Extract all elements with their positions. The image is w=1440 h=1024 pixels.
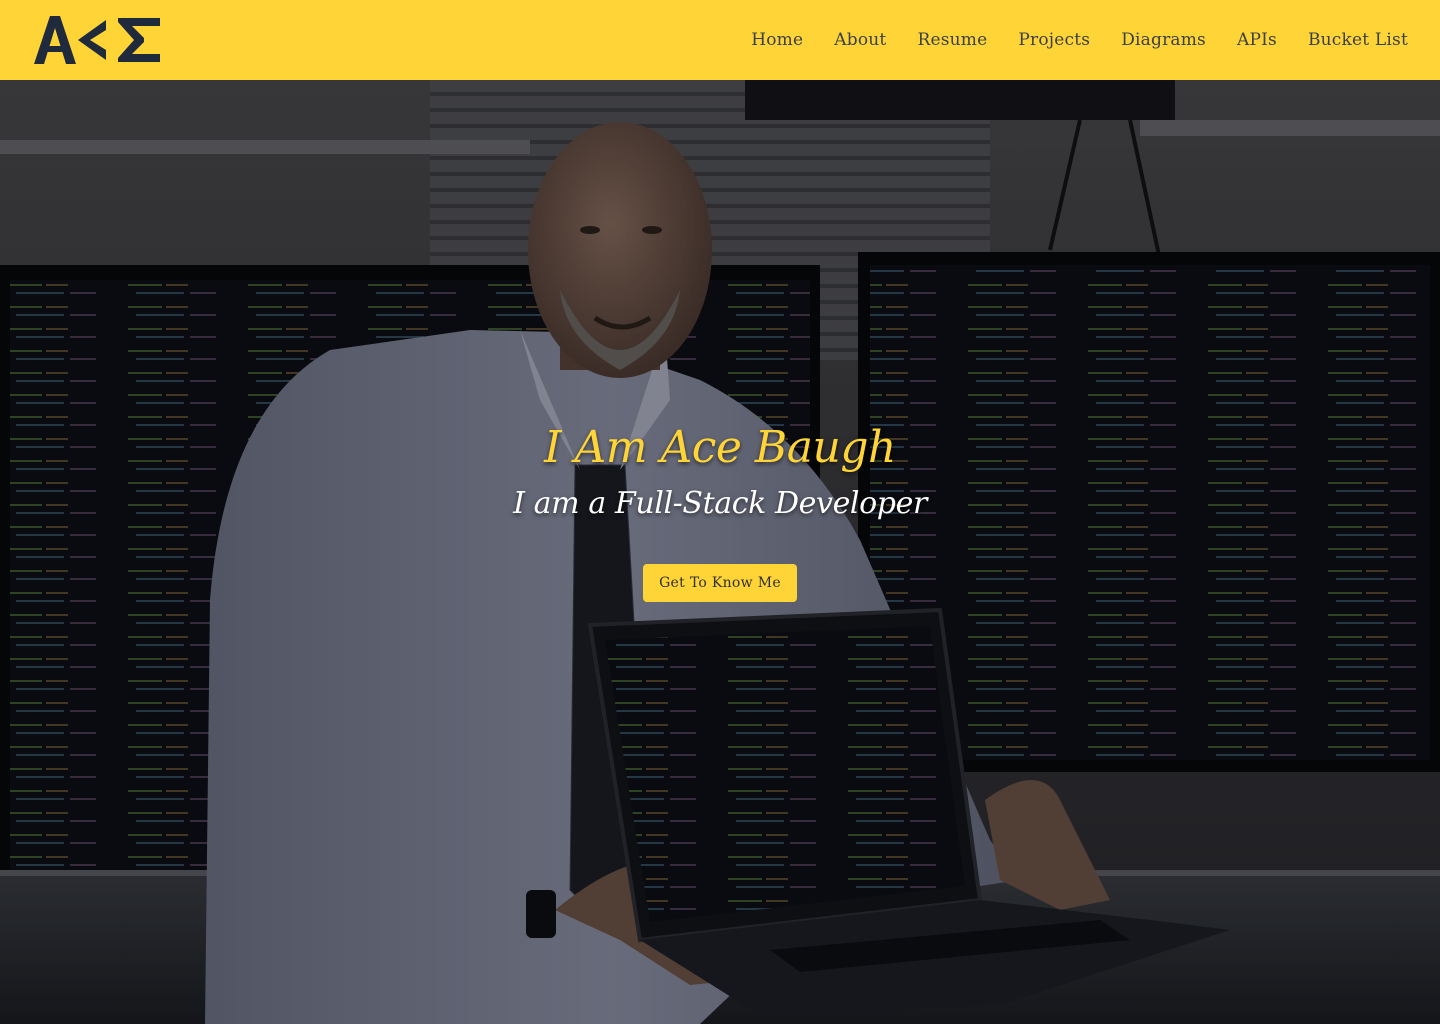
- ace-logo[interactable]: [32, 14, 162, 66]
- nav-diagrams[interactable]: Diagrams: [1121, 30, 1206, 50]
- nav-apis[interactable]: APIs: [1237, 30, 1277, 50]
- nav-bucket-list[interactable]: Bucket List: [1308, 30, 1408, 50]
- nav-resume[interactable]: Resume: [917, 30, 987, 50]
- nav-projects[interactable]: Projects: [1018, 30, 1090, 50]
- hero-content: I Am Ace Baugh I am a Full-Stack Develop…: [0, 418, 1440, 602]
- hero-title: I Am Ace Baugh: [544, 422, 896, 473]
- hero-subtitle: I am a Full-Stack Developer: [513, 486, 927, 521]
- top-navbar: Home About Resume Projects Diagrams APIs…: [0, 0, 1440, 80]
- get-to-know-me-button[interactable]: Get To Know Me: [643, 564, 797, 602]
- hero-section: I Am Ace Baugh I am a Full-Stack Develop…: [0, 80, 1440, 1024]
- nav-home[interactable]: Home: [751, 30, 803, 50]
- main-nav: Home About Resume Projects Diagrams APIs…: [751, 0, 1408, 80]
- nav-about[interactable]: About: [834, 30, 886, 50]
